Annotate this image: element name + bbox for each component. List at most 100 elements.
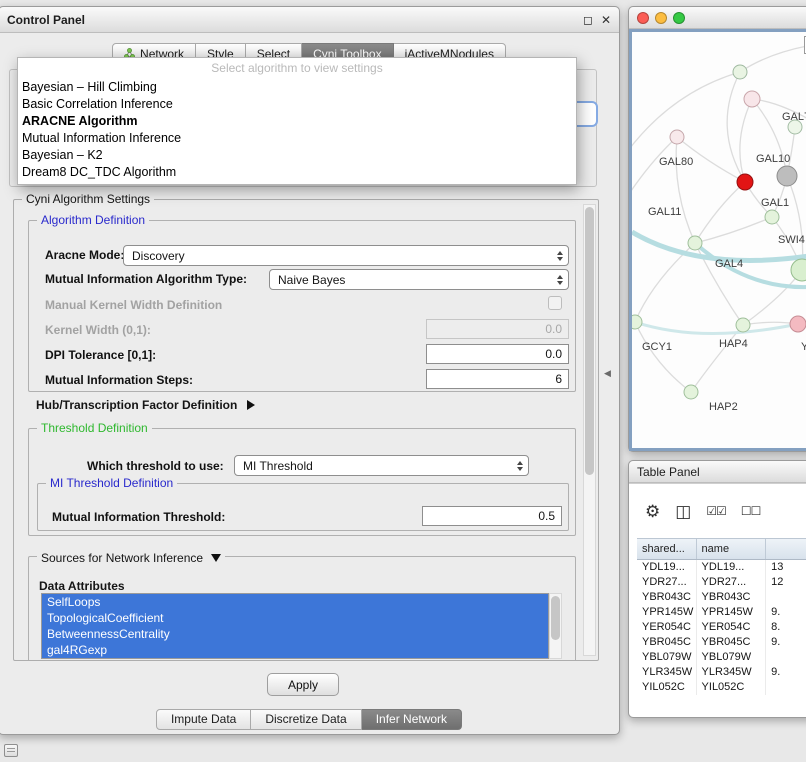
network-node[interactable] bbox=[791, 259, 806, 281]
network-edge[interactable] bbox=[695, 182, 745, 243]
table-row[interactable]: YLR345WYLR345W9. bbox=[637, 665, 806, 680]
table-row[interactable]: YBR045CYBR045C9. bbox=[637, 635, 806, 650]
algorithm-option[interactable]: Basic Correlation Inference bbox=[18, 96, 576, 113]
network-node-label: GAL7 bbox=[782, 111, 806, 123]
manual-kernel-checkbox[interactable] bbox=[548, 296, 562, 310]
table-row[interactable]: YPR145WYPR145W9. bbox=[637, 605, 806, 620]
control-panel-titlebar[interactable]: Control Panel ◻ ✕ bbox=[0, 7, 619, 33]
table-row[interactable]: YDL19...YDL19...13 bbox=[637, 560, 806, 575]
splitter-collapse-arrow[interactable]: ◀ bbox=[604, 368, 611, 379]
table-cell bbox=[766, 650, 806, 665]
column-header[interactable]: shared... bbox=[637, 539, 697, 559]
close-traffic-light[interactable] bbox=[637, 12, 649, 24]
close-icon[interactable]: ✕ bbox=[601, 14, 611, 26]
attributes-scrollbar-thumb[interactable] bbox=[551, 596, 560, 640]
network-node[interactable] bbox=[737, 174, 753, 190]
mi-type-select[interactable]: Naive Bayes bbox=[269, 269, 569, 290]
attributes-scrollbar[interactable] bbox=[549, 593, 562, 659]
table-panel-title: Table Panel bbox=[637, 465, 700, 479]
network-node[interactable] bbox=[670, 130, 684, 144]
updown-arrows-icon bbox=[557, 248, 563, 264]
mi-threshold-label: Mutual Information Threshold: bbox=[52, 510, 225, 524]
algorithm-option[interactable]: Bayesian – Hill Climbing bbox=[18, 79, 576, 96]
table-cell: YDR27... bbox=[637, 575, 697, 590]
bottom-tab-discretize-data[interactable]: Discretize Data bbox=[251, 709, 361, 730]
table-row[interactable]: YBL079WYBL079W bbox=[637, 650, 806, 665]
table-cell: YLR345W bbox=[637, 665, 697, 680]
table-row[interactable]: YER054CYER054C8. bbox=[637, 620, 806, 635]
which-threshold-select[interactable]: MI Threshold bbox=[234, 455, 529, 476]
network-node-label: HAP2 bbox=[709, 401, 738, 413]
table-row[interactable]: YIL052CYIL052C bbox=[637, 680, 806, 695]
attribute-item[interactable]: gal4RGexp bbox=[42, 642, 548, 658]
bottom-tab-impute-data[interactable]: Impute Data bbox=[156, 709, 251, 730]
network-window-titlebar[interactable] bbox=[629, 7, 806, 29]
select-columns-icon[interactable]: ☑☑ bbox=[706, 505, 726, 517]
settings-scrollbar[interactable] bbox=[583, 204, 596, 656]
dpi-tolerance-label: DPI Tolerance [0,1]: bbox=[45, 348, 156, 362]
algorithm-definition-group: Algorithm Definition Aracne Mode: Discov… bbox=[28, 220, 576, 392]
network-edge[interactable] bbox=[740, 46, 806, 72]
mi-steps-field[interactable]: 6 bbox=[426, 369, 569, 389]
dpi-tolerance-field[interactable]: 0.0 bbox=[426, 344, 569, 364]
table-header-row: shared...name bbox=[637, 538, 806, 560]
table-panel-titlebar[interactable]: Table Panel bbox=[629, 461, 806, 483]
network-node[interactable] bbox=[688, 236, 702, 250]
sources-title-text: Sources for Network Inference bbox=[41, 552, 203, 565]
column-header[interactable]: name bbox=[697, 539, 767, 559]
zoom-traffic-light[interactable] bbox=[673, 12, 685, 24]
gear-icon[interactable]: ⚙ bbox=[645, 503, 660, 520]
network-canvas[interactable]: GAL7GAL80GAL10GAL11GAL1SWI4GAL4GCY1HAP4Y… bbox=[629, 29, 806, 451]
attribute-item[interactable]: SelfLoops bbox=[42, 594, 548, 610]
minimize-traffic-light[interactable] bbox=[655, 12, 667, 24]
hub-definition-section[interactable]: Hub/Transcription Factor Definition bbox=[36, 398, 260, 412]
column-header[interactable] bbox=[766, 539, 806, 559]
network-node[interactable] bbox=[632, 315, 642, 329]
table-cell: 9. bbox=[766, 605, 806, 620]
network-node-label: GAL4 bbox=[715, 258, 743, 270]
network-node-label: HAP4 bbox=[719, 338, 748, 350]
table-cell: YDL19... bbox=[697, 560, 767, 575]
attribute-item[interactable]: BetweennessCentrality bbox=[42, 626, 548, 642]
settings-scrollbar-thumb[interactable] bbox=[585, 207, 594, 475]
network-node[interactable] bbox=[777, 166, 797, 186]
mi-threshold-field[interactable]: 0.5 bbox=[422, 506, 562, 526]
network-node[interactable] bbox=[765, 210, 779, 224]
network-edge[interactable] bbox=[695, 243, 806, 287]
algorithm-option[interactable]: Bayesian – K2 bbox=[18, 147, 576, 164]
clear-columns-icon[interactable]: ☐☐ bbox=[741, 505, 761, 517]
network-node[interactable] bbox=[684, 385, 698, 399]
network-node[interactable] bbox=[733, 65, 747, 79]
network-edge[interactable] bbox=[676, 137, 695, 243]
sources-group-title[interactable]: Sources for Network Inference bbox=[37, 550, 225, 567]
network-edge[interactable] bbox=[635, 322, 798, 334]
algorithm-option[interactable]: Mutual Information Inference bbox=[18, 130, 576, 147]
attribute-item[interactable]: TopologicalCoefficient bbox=[42, 610, 548, 626]
network-node[interactable] bbox=[790, 316, 806, 332]
network-edge[interactable] bbox=[740, 99, 752, 182]
network-node-label: GAL11 bbox=[648, 206, 681, 218]
data-attributes-list[interactable]: SelfLoopsTopologicalCoefficientBetweenne… bbox=[41, 593, 549, 659]
minimized-panel-icon[interactable] bbox=[4, 744, 18, 757]
bottom-tab-infer-network[interactable]: Infer Network bbox=[362, 709, 462, 730]
network-edge[interactable] bbox=[632, 72, 740, 152]
algorithm-option[interactable]: ARACNE Algorithm bbox=[18, 113, 576, 130]
table-row[interactable]: YBR043CYBR043C bbox=[637, 590, 806, 605]
table-cell: 9. bbox=[766, 665, 806, 680]
aracne-mode-select[interactable]: Discovery bbox=[123, 245, 569, 266]
network-node[interactable] bbox=[744, 91, 760, 107]
network-node[interactable] bbox=[736, 318, 750, 332]
table-row[interactable]: YDR27...YDR27...12 bbox=[637, 575, 806, 590]
apply-button[interactable]: Apply bbox=[267, 673, 339, 696]
expand-arrow-icon bbox=[247, 400, 260, 410]
cyni-settings-group: Cyni Algorithm Settings Algorithm Defini… bbox=[13, 199, 599, 661]
columns-icon[interactable]: ◫ bbox=[675, 503, 691, 520]
network-edge[interactable] bbox=[691, 325, 743, 392]
bottom-tab-bar: Impute DataDiscretize DataInfer Network bbox=[0, 709, 619, 730]
network-node-label: SWI4 bbox=[778, 234, 805, 246]
float-window-icon[interactable]: ◻ bbox=[583, 14, 593, 26]
table-toolbar: ⚙ ◫ ☑☑ ☐☐ bbox=[629, 484, 806, 538]
network-edge[interactable] bbox=[695, 217, 772, 243]
algorithm-option[interactable]: Dream8 DC_TDC Algorithm bbox=[18, 164, 576, 181]
network-canvas-svg[interactable]: GAL7GAL80GAL10GAL11GAL1SWI4GAL4GCY1HAP4Y… bbox=[632, 32, 806, 451]
